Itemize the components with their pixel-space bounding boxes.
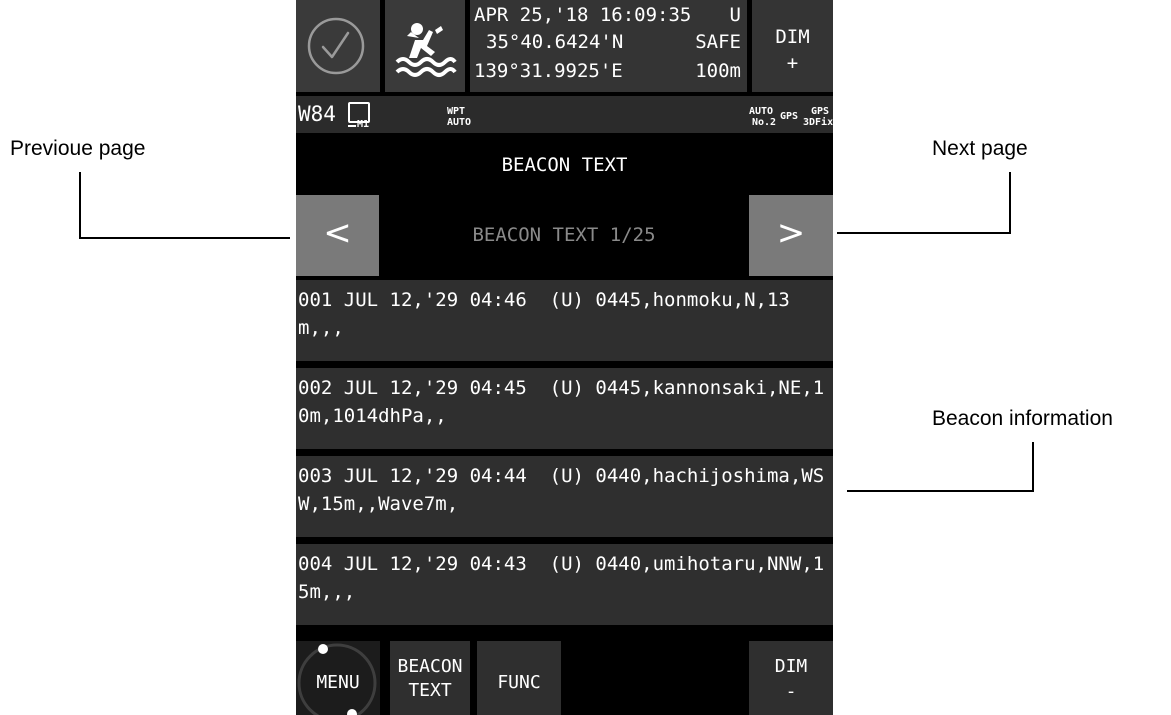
callout-next-page: Next page [932, 137, 1028, 160]
date-time: APR 25,'18 16:09:35 [474, 4, 692, 26]
check-circle-icon [307, 17, 365, 75]
page-indicator: BEACON TEXT 1/25 [472, 224, 656, 246]
next-page-label: > [776, 213, 806, 253]
dim-plus-button[interactable]: DIM + [752, 0, 833, 92]
status-strip: W84 M1 WPT AUTO AUTO No.2 GPS GPS 3DFix [296, 96, 833, 133]
dim-minus-button[interactable]: DIM - [749, 641, 833, 715]
gps-fix-value: 3DFix [803, 117, 833, 128]
leader-beacon-vertical [1032, 442, 1034, 491]
beacon-text: 003 JUL 12,'29 04:44 (U) 0440,hachijoshi… [298, 465, 825, 515]
beacon-text-label-1: BEACON [397, 656, 463, 677]
safe-label: SAFE [695, 31, 741, 53]
next-page-button[interactable]: > [749, 195, 833, 276]
check-button[interactable] [296, 0, 380, 92]
leader-next-vertical [1009, 172, 1011, 233]
longitude: 139°31.9925'E [474, 60, 623, 82]
beacon-row[interactable]: 003 JUL 12,'29 04:44 (U) 0440,hachijoshi… [296, 456, 833, 537]
auto-number: No.2 [752, 117, 777, 128]
beacon-text-button[interactable]: BEACON TEXT [390, 641, 470, 715]
person-overboard-icon [395, 23, 457, 77]
callout-previous-page: Previoue page [10, 137, 146, 160]
dim-minus-label: DIM [774, 656, 808, 677]
menu-button[interactable]: MENU [296, 641, 380, 715]
latitude: 35°40.6424'N [486, 31, 624, 53]
menu-label: MENU [316, 672, 360, 693]
func-label: FUNC [497, 672, 541, 693]
dim-plus-sign: + [786, 52, 799, 74]
gps-label: GPS [780, 111, 799, 122]
safe-range: 100m [695, 60, 741, 82]
callout-beacon-information: Beacon information [932, 407, 1113, 430]
position-panel: APR 25,'18 16:09:35 U 35°40.6424'N SAFE … [470, 0, 747, 92]
wpt-label: WPT [447, 106, 466, 117]
time-zone: U [729, 4, 741, 26]
beacon-row[interactable]: 001 JUL 12,'29 04:46 (U) 0445,honmoku,N,… [296, 280, 833, 361]
beacon-text: 002 JUL 12,'29 04:45 (U) 0445,kannonsaki… [298, 377, 825, 427]
person-overboard-button[interactable] [385, 0, 465, 92]
previous-page-button[interactable]: < [296, 195, 379, 276]
wpt-mode: AUTO [447, 117, 472, 128]
auto-label: AUTO [749, 106, 774, 117]
func-button[interactable]: FUNC [477, 641, 561, 715]
beacon-text-label-2: TEXT [408, 680, 452, 701]
beacon-text: 004 JUL 12,'29 04:43 (U) 0440,umihotaru,… [298, 553, 825, 603]
datum-label: W84 [298, 102, 336, 126]
beacon-row[interactable]: 004 JUL 12,'29 04:43 (U) 0440,umihotaru,… [296, 544, 833, 625]
display-mode-line [348, 125, 356, 127]
beacon-text: 001 JUL 12,'29 04:46 (U) 0445,honmoku,N,… [298, 289, 790, 339]
display-mode-sub: M1 [357, 119, 370, 130]
gps-fix-label: GPS [811, 106, 830, 117]
dim-plus-label: DIM [775, 26, 810, 48]
beacon-row[interactable]: 002 JUL 12,'29 04:45 (U) 0445,kannonsaki… [296, 368, 833, 449]
page-title: BEACON TEXT [501, 154, 628, 176]
dim-minus-sign: - [785, 681, 797, 702]
leader-previous-vertical [79, 172, 81, 238]
previous-page-label: < [323, 213, 352, 253]
leader-beacon-horizontal [847, 490, 1034, 492]
device-screen: APR 25,'18 16:09:35 U 35°40.6424'N SAFE … [296, 0, 833, 715]
leader-previous-horizontal [79, 237, 290, 239]
leader-next-horizontal [837, 232, 1011, 234]
